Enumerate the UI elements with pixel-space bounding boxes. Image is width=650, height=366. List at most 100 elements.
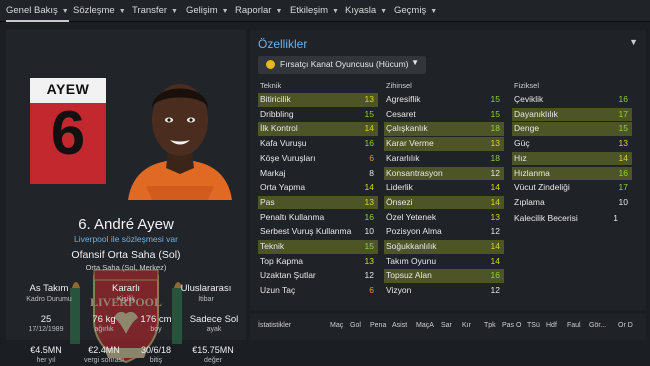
attribute-row[interactable]: Hız 14	[512, 151, 632, 166]
stat-column-header[interactable]: Maç	[330, 322, 343, 329]
stat-column-header[interactable]: Gol	[350, 322, 361, 329]
attribute-row[interactable]: Dribbling 15	[258, 108, 378, 122]
attribute-value: 15	[364, 241, 374, 251]
attributes-panel: Özellikler ▼ Fırsatçı Kanat Oyuncusu (Hü…	[250, 30, 646, 310]
attribute-row[interactable]: Markaj 8	[258, 167, 378, 181]
attribute-row[interactable]: Agresiflik 15	[384, 93, 504, 107]
role-star-icon	[266, 60, 275, 69]
tab-genel-bakis[interactable]: Genel Bakış ▼	[6, 0, 69, 22]
attribute-row[interactable]: Soğukkanlılık 14	[384, 240, 504, 254]
stat-column-header[interactable]: Or D	[618, 322, 633, 329]
foot-value: Sadece Sol	[189, 314, 239, 325]
attribute-value: 14	[490, 196, 500, 207]
attribute-row[interactable]: Çalışkanlık 18	[384, 122, 504, 136]
attribute-value: 6	[369, 285, 374, 296]
stat-column-header[interactable]: Sar	[441, 322, 452, 329]
stat-column-header[interactable]: Gör...	[589, 322, 606, 329]
stat-column-header[interactable]: Pena	[370, 322, 386, 329]
attribute-row[interactable]: Teknik 15	[258, 240, 378, 254]
attribute-name: Markaj	[260, 167, 286, 178]
attribute-row[interactable]: Çeviklik 16	[512, 93, 632, 107]
personality-label: Kişilik	[117, 296, 135, 303]
attribute-name: Önsezi	[386, 196, 413, 207]
stat-column-header[interactable]: Asist	[392, 322, 407, 329]
attribute-row[interactable]: Önsezi 14	[384, 195, 504, 210]
attribute-row[interactable]: Top Kapma 13	[258, 255, 378, 269]
shirt-name: AYEW	[46, 81, 90, 97]
role-dropdown[interactable]: Fırsatçı Kanat Oyuncusu (Hücum) ▼	[258, 56, 426, 74]
attribute-row[interactable]: Bitiricilik 13	[258, 93, 378, 107]
squad-status-value: As Takım	[29, 283, 69, 294]
chevron-down-icon[interactable]: ▼	[629, 37, 638, 47]
attribute-row[interactable]: Vücut Zindeliği 17	[512, 181, 632, 195]
attribute-value: 12	[490, 167, 500, 178]
attribute-row[interactable]: Özel Yetenek 13	[384, 211, 504, 225]
attribute-row[interactable]: Denge 15	[512, 122, 632, 136]
stat-column-header[interactable]: TSü	[527, 322, 540, 329]
attribute-name: Denge	[514, 123, 540, 134]
shirt-number: 6	[50, 99, 86, 168]
attribute-value: 14	[364, 123, 374, 134]
attribute-row[interactable]: Uzaktan Şutlar 12	[258, 269, 378, 283]
attributes-title: Özellikler	[258, 37, 308, 51]
attribute-name: Çalışkanlık	[386, 123, 428, 134]
attribute-row[interactable]: Güç 13	[512, 137, 632, 151]
tab-transfer[interactable]: Transfer ▼	[132, 0, 178, 22]
attribute-name: Hız	[514, 152, 527, 163]
attribute-row[interactable]: Takım Oyunu 14	[384, 255, 504, 269]
attribute-row[interactable]: Kalecilik Becerisi 1	[512, 212, 632, 226]
stat-column-header[interactable]: Tpk	[484, 322, 496, 329]
tab-raporlar[interactable]: Raporlar ▼	[235, 0, 282, 22]
player-name: 6. André Ayew	[78, 216, 174, 233]
attribute-row[interactable]: Karar Verme 13	[384, 137, 504, 151]
attribute-row[interactable]: Serbest Vuruş Kullanma 10	[258, 225, 378, 239]
tab-kiyasla[interactable]: Kıyasla ▼	[345, 0, 387, 22]
attribute-row[interactable]: Dayanıklılık 17	[512, 107, 632, 122]
attribute-row[interactable]: Konsantrasyon 12	[384, 166, 504, 180]
contract-link[interactable]: Liverpool ile sözleşmesi var	[6, 234, 246, 244]
attribute-row[interactable]: Köşe Vuruşları 6	[258, 152, 378, 166]
attribute-name: Uzun Taç	[260, 285, 296, 296]
after-tax-value: €2.4MN	[88, 345, 120, 355]
stat-column-header[interactable]: Kır	[462, 322, 471, 329]
attribute-value: 14	[618, 152, 628, 163]
attribute-name: Bitiricilik	[260, 94, 291, 104]
attribute-row[interactable]: Hızlanma 16	[512, 166, 632, 180]
attribute-row[interactable]: Uzun Taç 6	[258, 284, 378, 298]
attribute-name: Dribbling	[260, 108, 294, 119]
attribute-row[interactable]: Liderlik 14	[384, 181, 504, 195]
contract-end-label: bitiş	[149, 357, 163, 364]
attribute-value: 13	[490, 138, 500, 149]
stat-column-header[interactable]: Faul	[567, 322, 581, 329]
attribute-row[interactable]: Kararlılık 18	[384, 152, 504, 166]
stat-column-header[interactable]: MaçA	[416, 322, 434, 329]
attribute-name: Pozisyon Alma	[386, 226, 442, 237]
attribute-row[interactable]: Orta Yapma 14	[258, 181, 378, 195]
attribute-row[interactable]: Vizyon 12	[384, 284, 504, 298]
after-tax-label: vergi sonrası	[83, 357, 125, 364]
player-position: Ofansif Orta Saha (Sol)	[71, 249, 181, 261]
attribute-value: 17	[618, 182, 628, 193]
attribute-row[interactable]: Kafa Vuruşu 16	[258, 137, 378, 151]
stat-column-header[interactable]: Pas O	[502, 322, 521, 329]
attribute-value: 18	[490, 152, 500, 163]
tab-gecmis[interactable]: Geçmiş ▼	[394, 0, 437, 22]
attribute-value: 15	[618, 123, 628, 134]
chevron-down-icon: ▼	[411, 58, 419, 67]
attribute-row[interactable]: Pozisyon Alma 12	[384, 225, 504, 239]
attribute-row[interactable]: Topsuz Alan 16	[384, 269, 504, 283]
attribute-row[interactable]: Cesaret 15	[384, 108, 504, 122]
attribute-row[interactable]: Penaltı Kullanma 16	[258, 211, 378, 225]
attribute-row[interactable]: Zıplama 10	[512, 196, 632, 210]
stat-column-header[interactable]: Hdf	[546, 322, 557, 329]
tab-sozlesme[interactable]: Sözleşme ▼	[73, 0, 126, 22]
attribute-name: Teknik	[260, 241, 285, 251]
tab-etkilesim[interactable]: Etkileşim ▼	[290, 0, 339, 22]
attribute-value: 1	[613, 213, 618, 223]
role-dropdown-value: Fırsatçı Kanat Oyuncusu (Hücum)	[280, 59, 409, 69]
tab-gelisim[interactable]: Gelişim ▼	[186, 0, 229, 22]
chevron-down-icon: ▼	[380, 8, 388, 15]
player-sub-position: Orta Saha (Sol, Merkez)	[85, 263, 167, 272]
attribute-row[interactable]: İlk Kontrol 14	[258, 122, 378, 136]
attribute-row[interactable]: Pas 13	[258, 195, 378, 210]
